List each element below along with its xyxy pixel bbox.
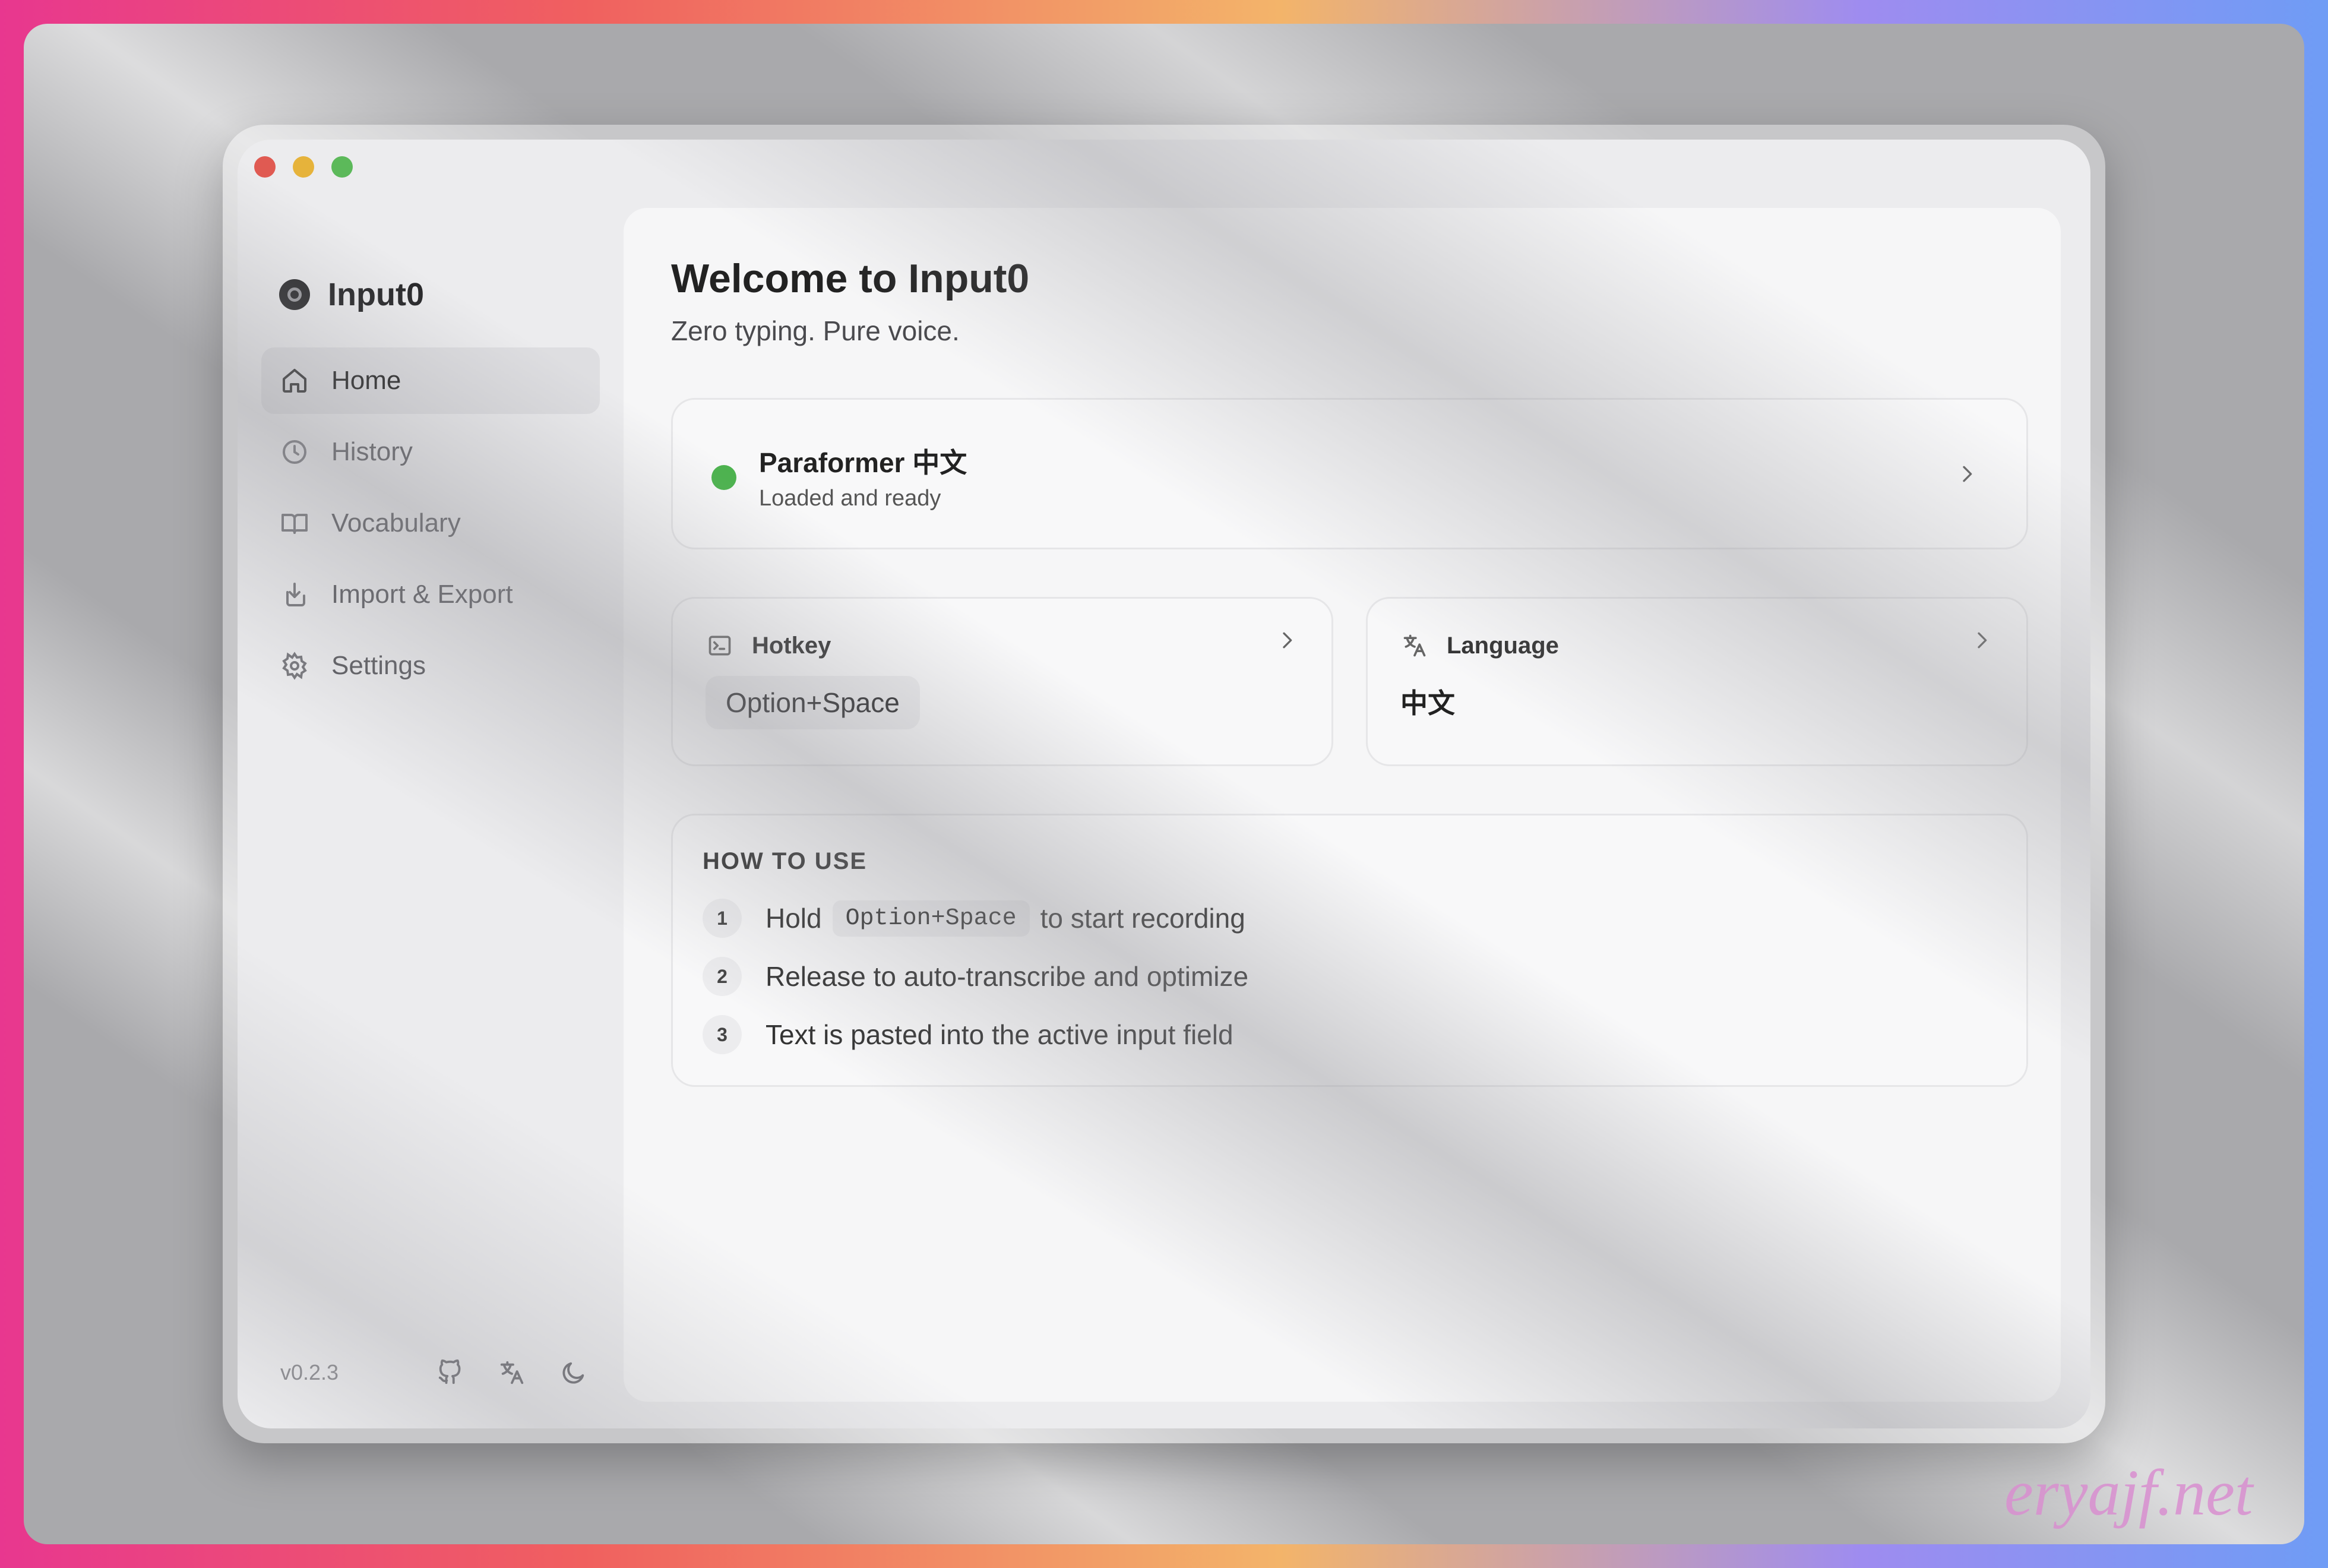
sidebar-item-vocabulary[interactable]: Vocabulary bbox=[261, 490, 600, 557]
app-name: Input0 bbox=[328, 277, 424, 312]
how-to-step: 2 Release to auto-transcribe and optimiz… bbox=[703, 957, 1248, 996]
sidebar-item-label: Settings bbox=[331, 651, 426, 680]
hotkey-label: Hotkey bbox=[752, 632, 831, 659]
import-export-icon bbox=[279, 579, 310, 610]
sidebar-item-home[interactable]: Home bbox=[261, 347, 600, 414]
sidebar-item-history[interactable]: History bbox=[261, 419, 600, 485]
translate-icon bbox=[1400, 631, 1429, 660]
how-to-use-card: HOW TO USE 1 Hold Option+Space to start … bbox=[671, 814, 2028, 1087]
translate-icon[interactable] bbox=[496, 1357, 527, 1388]
hotkey-card[interactable]: Hotkey Option+Space bbox=[671, 597, 1333, 766]
step-text: Release to auto-transcribe and optimize bbox=[766, 961, 1249, 992]
main-content: Welcome to Input0 Zero typing. Pure voic… bbox=[624, 208, 2061, 1402]
language-card-header: Language bbox=[1400, 631, 1559, 660]
model-status-card[interactable]: Paraformer 中文 Loaded and ready bbox=[671, 398, 2028, 549]
app-logo-icon bbox=[279, 279, 310, 310]
how-to-step: 3 Text is pasted into the active input f… bbox=[703, 1015, 1233, 1054]
sidebar-item-label: Home bbox=[331, 366, 401, 395]
language-card[interactable]: Language 中文 bbox=[1366, 597, 2028, 766]
sidebar-item-import-export[interactable]: Import & Export bbox=[261, 561, 600, 628]
gear-icon bbox=[279, 650, 310, 681]
step-number: 3 bbox=[703, 1015, 742, 1054]
clock-icon bbox=[279, 437, 310, 467]
github-icon[interactable] bbox=[435, 1357, 466, 1388]
sidebar-item-settings[interactable]: Settings bbox=[261, 633, 600, 699]
step-text: Text is pasted into the active input fie… bbox=[766, 1019, 1233, 1050]
sidebar: Input0 Home History Vocabulary Import & … bbox=[238, 140, 618, 1428]
home-icon bbox=[279, 365, 310, 396]
step-number: 2 bbox=[703, 957, 742, 996]
step-hotkey-code: Option+Space bbox=[832, 900, 1030, 937]
chevron-right-icon bbox=[1275, 628, 1299, 652]
sidebar-nav: Home History Vocabulary Import & Export bbox=[261, 347, 600, 704]
step-text-before: Hold bbox=[766, 903, 822, 934]
chevron-right-icon bbox=[1955, 462, 1979, 486]
page-subtitle: Zero typing. Pure voice. bbox=[671, 315, 960, 346]
model-status-dot bbox=[711, 465, 736, 490]
how-to-step: 1 Hold Option+Space to start recording bbox=[703, 899, 1245, 938]
step-text-after: to start recording bbox=[1040, 903, 1245, 934]
terminal-icon bbox=[706, 631, 734, 660]
app-version: v0.2.3 bbox=[280, 1360, 339, 1384]
book-icon bbox=[279, 508, 310, 539]
language-label: Language bbox=[1447, 632, 1559, 659]
moon-icon[interactable] bbox=[558, 1357, 589, 1388]
model-status-text: Loaded and ready bbox=[759, 486, 941, 511]
sidebar-item-label: Import & Export bbox=[331, 580, 513, 609]
page-title: Welcome to Input0 bbox=[671, 256, 1030, 301]
model-name: Paraformer 中文 bbox=[759, 447, 967, 478]
how-to-use-title: HOW TO USE bbox=[703, 848, 868, 874]
language-value: 中文 bbox=[1400, 688, 1455, 719]
app-brand: Input0 bbox=[279, 276, 424, 313]
step-text: Hold Option+Space to start recording bbox=[766, 900, 1245, 937]
step-number: 1 bbox=[703, 899, 742, 938]
watermark-text: eryajf.net bbox=[2004, 1456, 2253, 1529]
hotkey-card-header: Hotkey bbox=[706, 631, 831, 660]
sidebar-footer: v0.2.3 bbox=[280, 1357, 589, 1388]
chevron-right-icon bbox=[1970, 628, 1994, 652]
sidebar-item-label: History bbox=[331, 437, 413, 466]
app-window: Input0 Home History Vocabulary Import & … bbox=[238, 140, 2090, 1428]
hotkey-value: Option+Space bbox=[706, 676, 920, 729]
sidebar-item-label: Vocabulary bbox=[331, 508, 461, 538]
